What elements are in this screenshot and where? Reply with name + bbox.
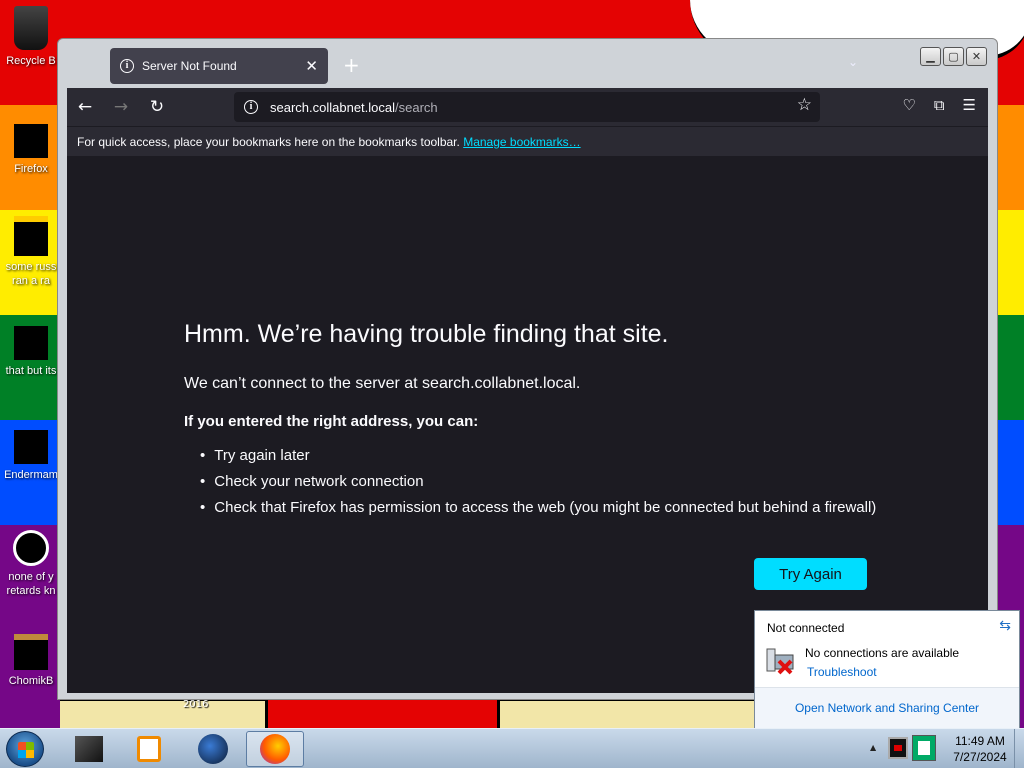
navigation-toolbar: ← → ↻ i search.collabnet.local/search ☆ … [67,88,988,126]
firefox-icon [14,124,48,158]
list-item: Check that Firefox has permission to acc… [200,499,876,516]
url-text[interactable]: search.collabnet.local/search [270,100,438,115]
network-message: No connections are available [805,646,960,660]
title-bar[interactable]: i Server Not Found ✕ + ⌄ ▁ ▢ ✕ [58,39,997,87]
app-icon [13,530,49,566]
clock-date: 7/27/2024 [953,750,1007,764]
hamster-icon [14,634,48,670]
taskbar: ▲ 11:49 AM 7/27/2024 [0,728,1024,768]
reload-button[interactable]: ↻ [139,97,175,117]
firefox-icon [260,734,290,764]
file-icon [14,216,48,256]
list-all-tabs-icon[interactable]: ⌄ [848,55,858,69]
menu-icon[interactable]: ☰ [963,96,976,114]
list-item: Try again later [200,447,876,464]
desktop-icon-chomik[interactable]: ChomikB [0,634,62,688]
try-again-button[interactable]: Try Again [754,558,867,590]
suggestion-list: Try again later Check your network conne… [200,447,876,525]
window-controls: ▁ ▢ ✕ [920,47,987,66]
troubleshoot-link[interactable]: Troubleshoot [807,665,877,679]
toolbar-right: ♡ ⧉ ☰ [902,96,976,114]
error-hint: If you entered the right address, you ca… [184,413,479,430]
show-hidden-icons-arrow[interactable]: ▲ [870,743,876,752]
network-flyout: Not connected ⇆ No connections are avail… [754,610,1020,728]
info-icon: i [120,59,134,73]
bookmarks-toolbar-text: For quick access, place your bookmarks h… [77,135,460,149]
list-item: Check your network connection [200,473,876,490]
error-description: We can’t connect to the server at search… [184,375,581,392]
system-tray: ▲ 11:49 AM 7/27/2024 [864,729,1024,768]
flyout-footer: Open Network and Sharing Center [755,687,1019,728]
bookmarks-toolbar: For quick access, place your bookmarks h… [67,126,988,156]
media-player-icon [137,736,161,762]
windows-logo-lower [18,750,34,758]
url-bar[interactable]: i search.collabnet.local/search ☆ [234,92,820,122]
url-host: search.collabnet.local [270,99,396,115]
site-info-icon[interactable]: i [244,100,258,114]
tab-server-not-found[interactable]: i Server Not Found ✕ [110,48,328,84]
desktop-icon-folder[interactable]: that but its [0,326,62,378]
wallpaper-text: 2016 [183,699,209,710]
error-title: Hmm. We’re having trouble finding that s… [184,320,669,348]
tray-app-icon[interactable] [888,737,908,759]
recycle-bin-icon [14,6,48,50]
taskbar-firefox[interactable] [246,731,304,767]
desktop-icon-file[interactable]: some russ ran a ra [0,216,62,288]
clock[interactable]: 11:49 AM 7/27/2024 [940,733,1020,765]
url-path: /search [395,99,438,115]
new-tab-button[interactable]: + [343,53,360,77]
minimize-button[interactable]: ▁ [920,47,941,66]
close-window-button[interactable]: ✕ [966,47,987,66]
network-status: Not connected [767,621,845,635]
desktop-icon-app[interactable]: none of y retards kn [0,530,62,598]
forward-button[interactable]: → [103,97,139,117]
folder-icon [14,326,48,360]
wallpaper-figure-panel [265,698,500,728]
window-icon [14,430,48,464]
browser-window: i Server Not Found ✕ + ⌄ ▁ ▢ ✕ ← → ↻ i s… [57,38,998,700]
extensions-icon[interactable]: ⧉ [934,96,945,114]
pocket-icon[interactable]: ♡ [902,96,915,114]
taskbar-app-3[interactable] [184,731,242,767]
tab-title: Server Not Found [142,59,237,73]
back-button[interactable]: ← [67,97,103,117]
bookmark-star-icon[interactable]: ☆ [797,95,812,115]
taskbar-media-player[interactable] [120,731,178,767]
desktop-icon-recycle-bin[interactable]: Recycle B [0,6,62,68]
refresh-icon[interactable]: ⇆ [999,617,1011,634]
desktop-icon-enderman[interactable]: Endermam [0,430,62,482]
close-tab-icon[interactable]: ✕ [305,57,318,75]
clock-time: 11:49 AM [955,734,1005,748]
network-error-icon [766,648,794,675]
manage-bookmarks-link[interactable]: Manage bookmarks… [463,135,580,149]
open-network-center-link[interactable]: Open Network and Sharing Center [795,701,979,715]
desktop-icon-firefox[interactable]: Firefox [0,124,62,176]
maximize-button[interactable]: ▢ [943,47,964,66]
start-button[interactable] [6,731,44,767]
cube-icon [75,736,103,762]
show-desktop-button[interactable] [1014,729,1024,768]
globe-icon [198,734,228,764]
taskbar-app-1[interactable] [60,731,118,767]
network-tray-icon[interactable] [912,735,936,761]
